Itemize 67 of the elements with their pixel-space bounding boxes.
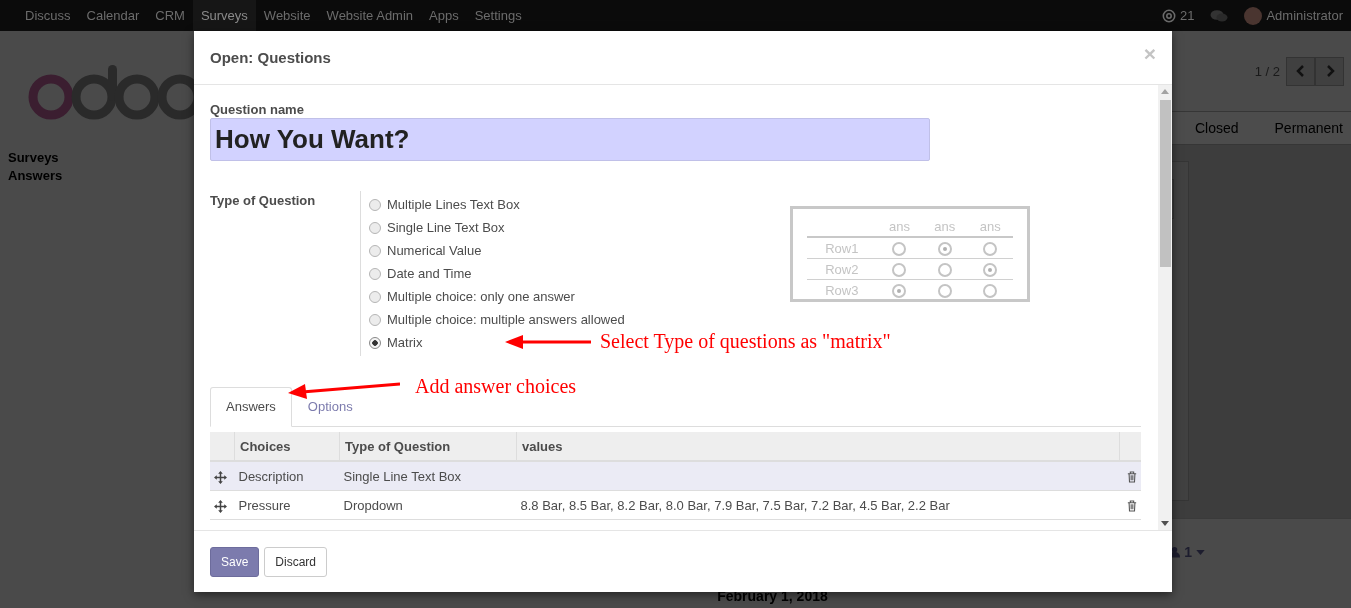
table-cell: Description xyxy=(234,461,340,491)
option-label[interactable]: Multiple Lines Text Box xyxy=(387,197,520,212)
table-cell: Single Line Text Box xyxy=(339,461,517,491)
menu-item[interactable]: Discuss xyxy=(17,0,79,31)
column-header[interactable]: Type of Question xyxy=(339,432,517,461)
menu-item[interactable]: Calendar xyxy=(78,0,148,31)
column-label: ans xyxy=(934,219,956,234)
radio-button[interactable] xyxy=(369,267,381,280)
radio-button[interactable] xyxy=(369,336,381,349)
option-label[interactable]: Multiple choice: multiple answers allowed xyxy=(387,312,625,327)
option-label[interactable]: Multiple choice: only one answer xyxy=(387,289,575,304)
trash-icon[interactable] xyxy=(1127,500,1137,513)
sidebar-link[interactable]: Answers xyxy=(8,167,194,185)
option-label[interactable]: Numerical Value xyxy=(387,243,482,258)
scroll-down-icon[interactable] xyxy=(1161,521,1169,526)
question-name-input[interactable]: How You Want? xyxy=(210,118,930,161)
next-button[interactable] xyxy=(1315,56,1344,86)
scroll-up-icon[interactable] xyxy=(1161,89,1169,94)
trash-icon[interactable] xyxy=(1127,471,1137,484)
menu-item[interactable]: Website xyxy=(255,0,319,31)
tab[interactable]: Options xyxy=(291,387,369,427)
tab[interactable]: Answers xyxy=(210,387,292,427)
annotation-text: Add answer choices xyxy=(415,375,577,398)
chat-icon[interactable] xyxy=(1210,8,1229,23)
radio-button[interactable] xyxy=(369,198,381,211)
radio-button[interactable] xyxy=(369,313,381,326)
mention-icon[interactable] xyxy=(1161,8,1176,23)
scrollbar[interactable] xyxy=(1158,85,1172,530)
column-label: ans xyxy=(888,219,910,234)
radio-button[interactable] xyxy=(369,244,381,257)
chevron-right-icon xyxy=(1324,65,1335,77)
row-label: Row1 xyxy=(825,240,859,256)
dialog-title: Open: Questions xyxy=(210,49,331,66)
row-label: Row2 xyxy=(825,261,859,277)
row-label: Row3 xyxy=(825,282,859,298)
previous-button[interactable] xyxy=(1286,56,1315,86)
save-button[interactable]: Save xyxy=(210,546,260,577)
menu-item[interactable]: CRM xyxy=(147,0,193,31)
discard-button[interactable]: Discard xyxy=(264,546,328,577)
option-label[interactable]: Single Line Text Box xyxy=(387,220,505,235)
table-row[interactable]: Pressure Dropdown 8.8 Bar, 8.5 Bar, 8.2 Bar, 8.0 Bar, 7.9 Bar, 7.5 Bar, 7.2 Bar, 4.5 Bar, 2.2 Bar xyxy=(210,490,1141,520)
move-icon[interactable] xyxy=(214,470,227,484)
chevron-left-icon xyxy=(1295,65,1306,77)
column-header[interactable]: values xyxy=(516,432,1120,461)
column-header[interactable]: Choices xyxy=(234,432,340,461)
radio-button[interactable] xyxy=(369,290,381,303)
annotation-text: Select Type of questions as "matrix" xyxy=(600,330,891,353)
table-cell: Pressure xyxy=(234,490,340,520)
menu-item[interactable]: Settings xyxy=(466,0,530,31)
column-label: ans xyxy=(979,219,1001,234)
table-cell: Dropdown xyxy=(339,490,517,520)
radio-button[interactable] xyxy=(369,221,381,234)
option-label[interactable]: Matrix xyxy=(387,335,423,350)
menu-item[interactable]: Website Admin xyxy=(318,0,422,31)
status-stage[interactable]: Permanent xyxy=(1246,112,1351,144)
sidebar-link[interactable]: Surveys xyxy=(8,149,194,167)
user-menu[interactable]: Administrator xyxy=(1266,8,1343,23)
avatar[interactable] xyxy=(1244,6,1263,25)
option-label[interactable]: Date and Time xyxy=(387,266,472,281)
caret-icon xyxy=(1196,549,1205,555)
move-icon[interactable] xyxy=(214,499,227,513)
field-label: Type of Question xyxy=(210,192,317,210)
menu-item[interactable]: Apps xyxy=(421,0,467,31)
field-label: Question name xyxy=(210,101,305,118)
table-cell: 8.8 Bar, 8.5 Bar, 8.2 Bar, 8.0 Bar, 7.9 Bar, 7.5 Bar, 7.2 Bar, 4.5 Bar, 2.2 Bar xyxy=(516,490,1120,520)
notification-count[interactable]: 21 xyxy=(1179,8,1195,23)
menu-item[interactable]: Surveys xyxy=(192,0,256,31)
